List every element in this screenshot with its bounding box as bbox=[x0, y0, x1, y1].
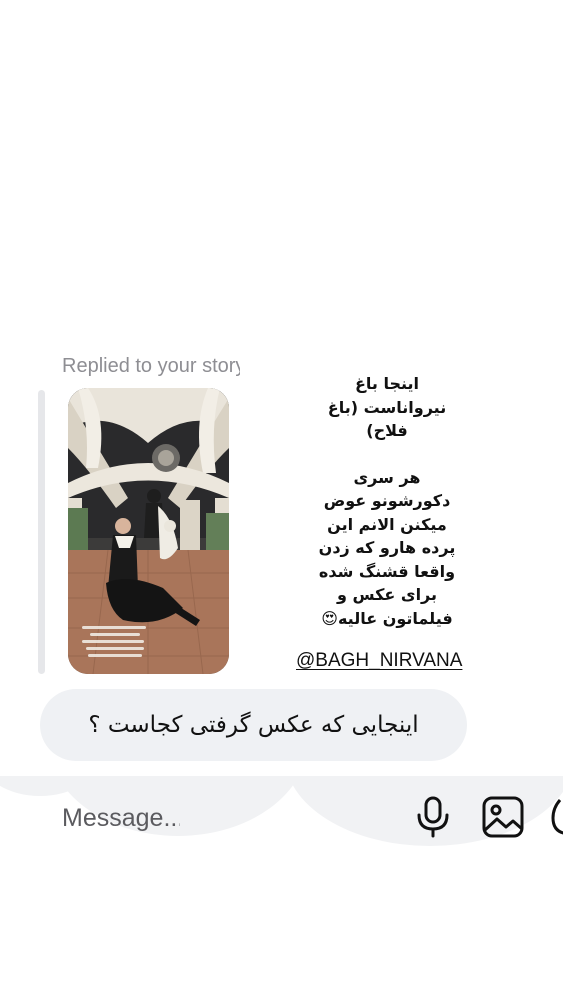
replied-to-story-label: Replied to your story bbox=[62, 355, 240, 377]
message-bubble[interactable]: اینجایی که عکس گرفتی کجاست ؟ bbox=[40, 689, 467, 761]
message-text: اینجایی که عکس گرفتی کجاست ؟ bbox=[88, 712, 419, 738]
story-thumbnail[interactable] bbox=[68, 388, 229, 674]
mention-link[interactable]: @BAGH_NIRVANA bbox=[296, 649, 462, 673]
sticker-icon[interactable] bbox=[550, 796, 563, 838]
story-caption: اینجا باغ نیرواناست (باغ فلاح) هر سری دک… bbox=[282, 372, 492, 630]
reply-indicator-bar bbox=[38, 390, 45, 674]
message-input[interactable]: Message... bbox=[62, 800, 180, 836]
caption-line: اینجا باغ bbox=[354, 374, 420, 393]
caption-line: فیلماتون عالیه😍 bbox=[321, 608, 453, 628]
caption-line: دکورشونو عوض bbox=[323, 491, 451, 510]
caption-line: هر سری bbox=[353, 467, 421, 487]
caption-line: فلاح) bbox=[366, 421, 408, 440]
caption-line: پرده هارو که زدن bbox=[318, 538, 456, 557]
caption-line: برای عکس و bbox=[336, 585, 438, 604]
microphone-icon[interactable] bbox=[416, 796, 450, 838]
gallery-icon[interactable] bbox=[482, 796, 524, 838]
caption-line: نیرواناست (باغ bbox=[327, 397, 447, 417]
dm-thread: Replied to your story اینجا باغ نیرواناس… bbox=[0, 0, 563, 1000]
caption-line: میکنن الانم این bbox=[327, 514, 447, 534]
caption-line: واقعا قشنگ شده bbox=[318, 561, 456, 581]
